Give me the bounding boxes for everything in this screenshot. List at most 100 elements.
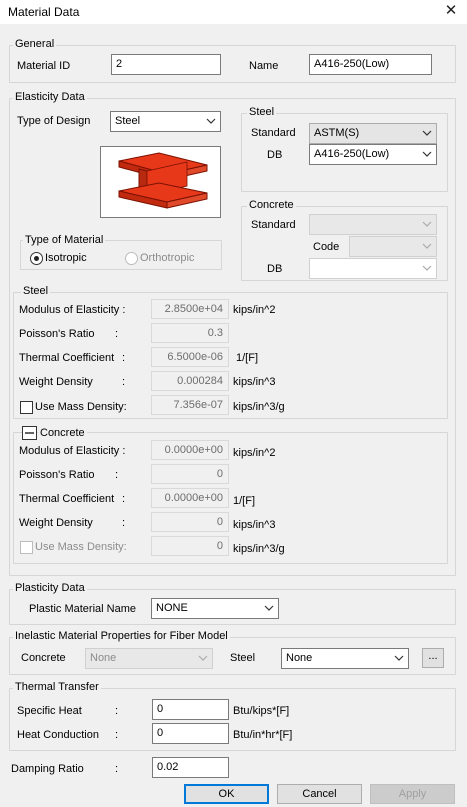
chevron-down-icon (206, 115, 216, 127)
steel-weight-colon: : (122, 376, 126, 388)
concrete-thermal-input[interactable]: 0.0000e+00 (151, 488, 229, 508)
specific-heat-unit: Btu/kips*[F] (233, 705, 290, 717)
orthotropic-radio[interactable] (125, 252, 138, 265)
concrete-code-label: Code (313, 241, 340, 253)
chevron-down-icon (422, 262, 432, 274)
inelastic-steel-value: None (286, 652, 313, 664)
apply-button[interactable]: Apply (370, 784, 455, 804)
plasticity-legend: Plasticity Data (13, 582, 87, 594)
steel-thermal-input[interactable]: 6.5000e-06 (151, 347, 229, 367)
chevron-down-icon (394, 652, 404, 664)
steel-modulus-unit: kips/in^2 (233, 304, 276, 316)
concrete-standard-label: Standard (251, 219, 296, 231)
steel-standard-label: Standard (251, 127, 296, 139)
chevron-down-icon (422, 127, 432, 139)
inelastic-legend: Inelastic Material Properties for Fiber … (13, 630, 230, 642)
concrete-modulus-unit: kips/in^2 (233, 447, 276, 459)
concrete-poisson-input[interactable]: 0 (151, 464, 229, 484)
steel-mass-density-unit: kips/in^3/g (233, 401, 285, 413)
steel-mass-density-checkbox[interactable] (20, 401, 33, 414)
plastic-material-value: NONE (156, 602, 188, 614)
isotropic-label: Isotropic (45, 252, 87, 264)
concrete-weight-label: Weight Density (19, 517, 93, 529)
type-of-design-select[interactable]: Steel (110, 111, 221, 132)
damping-ratio-label: Damping Ratio (11, 763, 84, 775)
damping-ratio-colon: : (115, 763, 119, 775)
steel-poisson-label: Poisson's Ratio (19, 328, 95, 340)
chevron-down-icon (198, 652, 208, 664)
heat-conduction-label: Heat Conduction (17, 729, 99, 741)
steel-thermal-colon: : (122, 352, 126, 364)
inelastic-concrete-select[interactable]: None (85, 648, 213, 669)
plastic-material-select[interactable]: NONE (151, 598, 279, 619)
steel-modulus-input[interactable]: 2.8500e+04 (151, 299, 229, 319)
specific-heat-colon: : (115, 705, 119, 717)
chevron-down-icon (422, 148, 432, 160)
steel-poisson-input[interactable]: 0.3 (151, 323, 229, 343)
specific-heat-label: Specific Heat (17, 705, 82, 717)
inelastic-concrete-value: None (90, 652, 117, 664)
concrete-db-label: DB (267, 263, 283, 275)
isotropic-radio[interactable] (30, 252, 43, 265)
chevron-down-icon (422, 218, 432, 230)
heat-conduction-colon: : (115, 729, 119, 741)
steel-section-image (100, 146, 221, 218)
chevron-down-icon (264, 602, 274, 614)
concrete-poisson-label: Poisson's Ratio (19, 469, 95, 481)
concrete-thermal-colon: : (122, 493, 126, 505)
steel-modulus-label: Modulus of Elasticity : (19, 304, 126, 316)
concrete-standard-legend: Concrete (247, 199, 296, 211)
steel-mass-density-label: Use Mass Density: (35, 401, 127, 413)
concrete-db-select[interactable] (309, 258, 437, 279)
cancel-button[interactable]: Cancel (277, 784, 362, 804)
thermal-group (9, 688, 456, 751)
inelastic-browse-button[interactable]: ... (422, 648, 444, 668)
concrete-mass-density-checkbox[interactable] (20, 541, 33, 554)
name-label: Name (249, 60, 279, 72)
concrete-thermal-unit: 1/[F] (233, 495, 256, 507)
plastic-material-label: Plastic Material Name (29, 603, 136, 615)
inelastic-concrete-label: Concrete (21, 652, 66, 664)
ok-button[interactable]: OK (184, 784, 269, 804)
concrete-poisson-colon: : (115, 469, 119, 481)
steel-mass-density-input[interactable]: 7.356e-07 (151, 395, 229, 415)
damping-ratio-input[interactable]: 0.02 (152, 757, 229, 778)
concrete-mass-density-unit: kips/in^3/g (233, 543, 285, 555)
steel-db-select[interactable]: A416-250(Low) (309, 144, 437, 165)
concrete-weight-input[interactable]: 0 (151, 512, 229, 532)
concrete-mass-density-label: Use Mass Density: (35, 541, 127, 553)
chevron-down-icon (422, 240, 432, 252)
window-title: Material Data (8, 5, 80, 19)
steel-props-legend: Steel (21, 285, 51, 297)
i-beam-icon (118, 152, 208, 209)
close-icon[interactable]: ✕ (440, 1, 462, 21)
heat-conduction-unit: Btu/in*hr*[F] (233, 729, 293, 741)
thermal-legend: Thermal Transfer (13, 681, 101, 693)
concrete-modulus-input[interactable]: 0.0000e+00 (151, 440, 229, 460)
concrete-weight-colon: : (122, 517, 126, 529)
concrete-code-select[interactable] (349, 236, 437, 257)
steel-standard-value: ASTM(S) (314, 127, 360, 139)
steel-thermal-unit: 1/[F] (236, 352, 259, 364)
concrete-standard-select[interactable] (309, 214, 437, 235)
steel-poisson-colon: : (115, 328, 119, 340)
concrete-mass-density-input[interactable]: 0 (151, 536, 229, 556)
name-input[interactable]: A416-250(Low) (309, 54, 432, 75)
elasticity-legend: Elasticity Data (13, 91, 87, 103)
material-id-label: Material ID (17, 60, 71, 72)
steel-thermal-label: Thermal Coefficient (19, 352, 115, 364)
heat-conduction-input[interactable]: 0 (152, 723, 229, 744)
type-of-design-value: Steel (115, 115, 141, 127)
concrete-props-legend: Concrete (38, 427, 87, 439)
steel-db-label: DB (267, 149, 283, 161)
steel-standard-select[interactable]: ASTM(S) (309, 123, 437, 144)
general-legend: General (13, 38, 57, 50)
specific-heat-input[interactable]: 0 (152, 699, 229, 720)
steel-standard-legend: Steel (247, 106, 277, 118)
inelastic-steel-select[interactable]: None (281, 648, 409, 669)
material-id-input[interactable]: 2 (111, 54, 221, 75)
orthotropic-label: Orthotropic (140, 252, 195, 264)
inelastic-steel-label: Steel (230, 652, 256, 664)
concrete-enable-checkbox[interactable] (22, 426, 37, 440)
steel-weight-input[interactable]: 0.000284 (151, 371, 229, 391)
